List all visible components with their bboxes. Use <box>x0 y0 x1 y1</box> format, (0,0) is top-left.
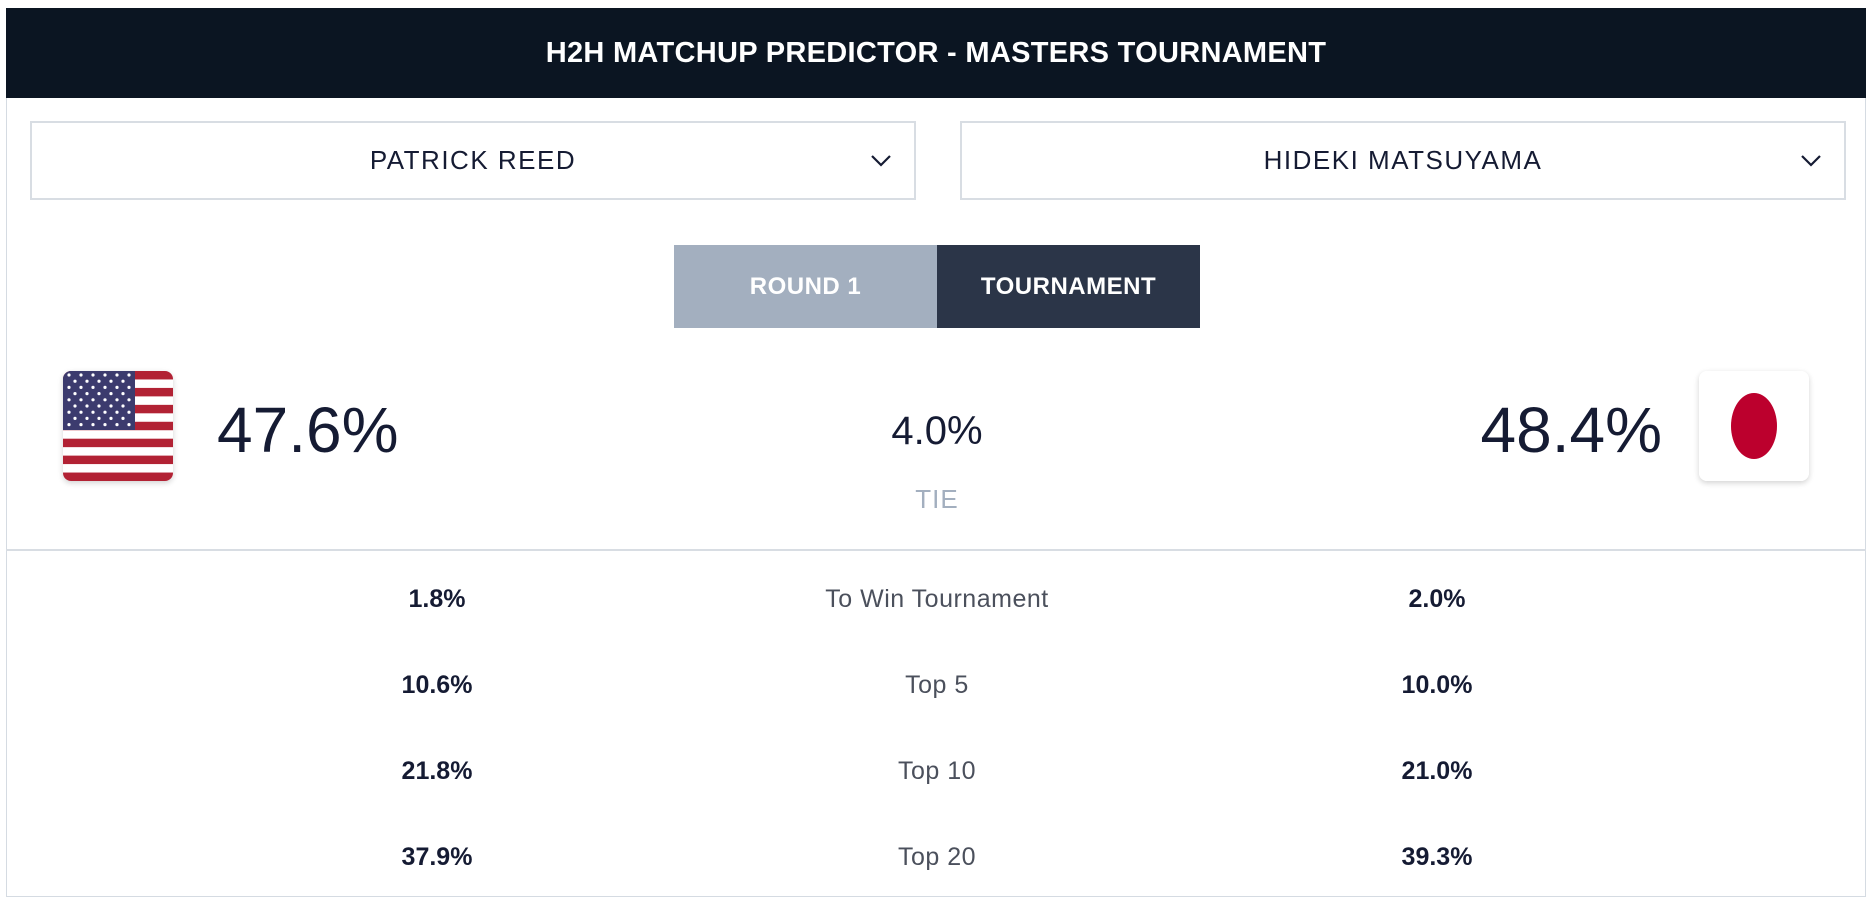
page-title: H2H MATCHUP PREDICTOR - MASTERS TOURNAME… <box>545 36 1327 69</box>
usa-flag-icon <box>63 371 173 481</box>
stat-left-value: 1.8% <box>408 585 466 613</box>
player-right-select[interactable]: HIDEKI MATSUYAMA <box>960 121 1846 200</box>
chevron-down-icon <box>1801 154 1821 167</box>
stat-row-win-tournament: 1.8% To Win Tournament 2.0% <box>7 565 1865 651</box>
player-right-name: HIDEKI MATSUYAMA <box>1263 145 1543 175</box>
tie-value: 4.0% <box>891 409 983 453</box>
stat-right-value: 2.0% <box>1408 585 1466 613</box>
player-left-win-pct: 47.6% <box>217 394 399 466</box>
stat-left-value: 37.9% <box>401 843 473 871</box>
stat-label: Top 5 <box>905 671 969 699</box>
stat-label: Top 10 <box>897 757 977 785</box>
stats-table: 1.8% To Win Tournament 2.0% 10.6% Top 5 … <box>7 565 1865 909</box>
stat-label: Top 20 <box>897 843 977 871</box>
stat-left-value: 10.6% <box>401 671 473 699</box>
player-left-select[interactable]: PATRICK REED <box>30 121 916 200</box>
stat-row-top-20: 37.9% Top 20 39.3% <box>7 823 1865 909</box>
stat-row-top-10: 21.8% Top 10 21.0% <box>7 737 1865 823</box>
stat-label: To Win Tournament <box>825 585 1049 613</box>
header-bar: H2H MATCHUP PREDICTOR - MASTERS TOURNAME… <box>6 8 1866 98</box>
stat-left-value: 21.8% <box>401 757 473 785</box>
stat-row-top-5: 10.6% Top 5 10.0% <box>7 651 1865 737</box>
stat-right-value: 39.3% <box>1401 843 1473 871</box>
stat-right-value: 21.0% <box>1401 757 1473 785</box>
matchup-predictor-widget: H2H MATCHUP PREDICTOR - MASTERS TOURNAME… <box>6 8 1866 897</box>
section-divider <box>6 549 1866 551</box>
tie-label: TIE <box>915 484 959 514</box>
tab-round-1[interactable]: ROUND 1 <box>674 245 937 328</box>
tab-tournament[interactable]: TOURNAMENT <box>937 245 1200 328</box>
period-tabs: ROUND 1 TOURNAMENT <box>674 245 1200 328</box>
player-right-win-pct: 48.4% <box>1480 394 1662 466</box>
stat-right-value: 10.0% <box>1401 671 1473 699</box>
chevron-down-icon <box>871 154 891 167</box>
japan-flag-icon <box>1699 371 1809 481</box>
player-left-name: PATRICK REED <box>369 145 577 175</box>
